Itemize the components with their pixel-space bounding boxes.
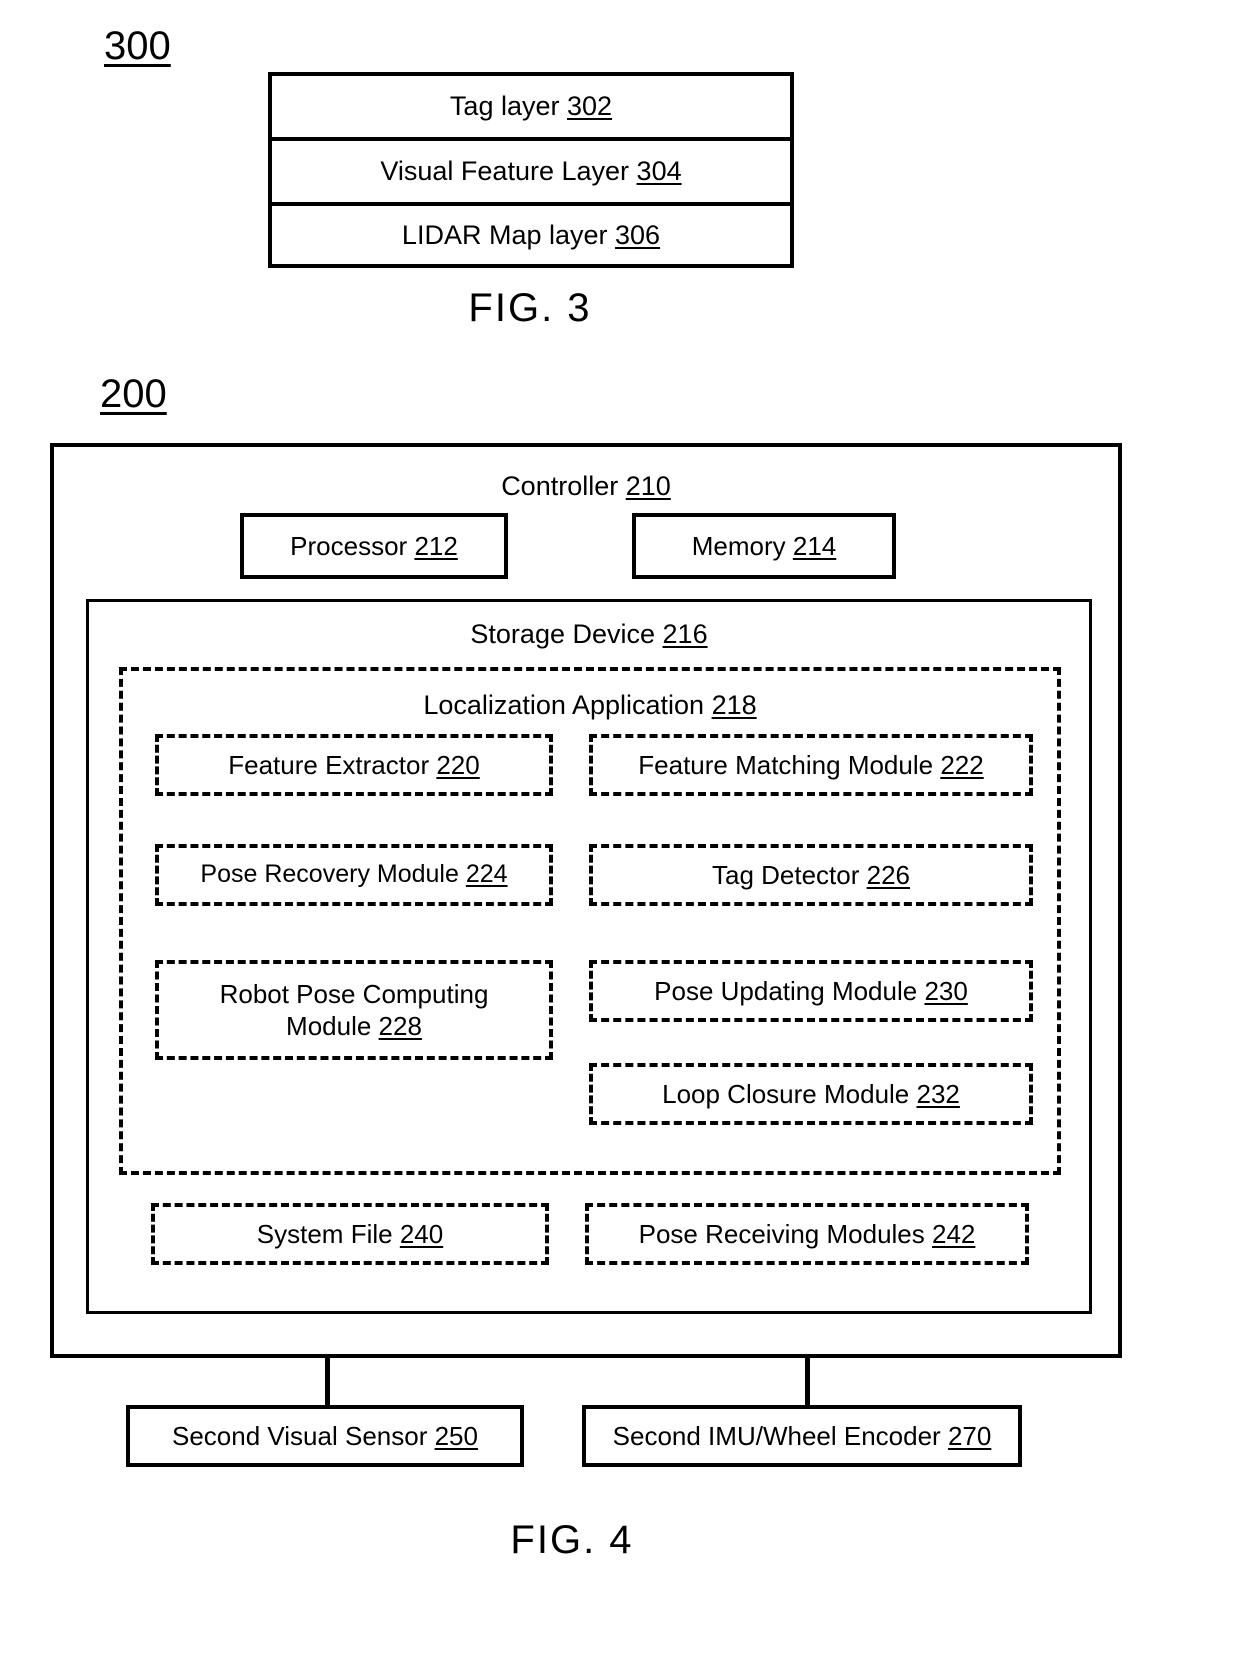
feature-extractor-label: Feature Extractor: [228, 749, 430, 780]
memory-box: Memory 214: [632, 513, 896, 579]
tag-detector-module: Tag Detector 226: [589, 844, 1033, 906]
robot-pose-computing-module: Robot Pose Computing Module 228: [155, 960, 553, 1060]
system-file-numeral: 240: [399, 1218, 444, 1249]
map-layer-stack: Tag layer 302 Visual Feature Layer 304 L…: [268, 72, 794, 268]
robot-pose-computing-label-group: Robot Pose Computing Module 228: [159, 964, 549, 1056]
localization-application-title: Localization Application 218: [123, 692, 1057, 719]
localization-application-title-label: Localization Application: [423, 690, 705, 720]
stack-row-numeral: 302: [567, 91, 613, 121]
localization-application-box: Localization Application 218 Feature Ext…: [119, 667, 1061, 1175]
pose-recovery-module: Pose Recovery Module 224: [155, 844, 553, 906]
localization-application-title-numeral: 218: [711, 690, 757, 720]
pose-recovery-label: Pose Recovery Module: [200, 860, 459, 889]
pose-receiving-modules-numeral: 242: [932, 1218, 976, 1249]
storage-device-title-label: Storage Device: [470, 619, 656, 649]
figure-300-reference-numeral: 300: [104, 24, 171, 68]
pose-updating-label-group: Pose Updating Module 230: [593, 964, 1029, 1018]
pose-recovery-label-group: Pose Recovery Module 224: [159, 848, 549, 902]
second-imu-wheel-encoder-numeral: 270: [947, 1420, 992, 1451]
processor-label: Processor: [290, 530, 408, 561]
storage-device-box: Storage Device 216 Localization Applicat…: [86, 599, 1092, 1314]
pose-updating-label: Pose Updating Module: [654, 975, 918, 1006]
pose-receiving-modules-label: Pose Receiving Modules: [638, 1218, 925, 1249]
memory-numeral: 214: [792, 530, 837, 561]
tag-detector-numeral: 226: [866, 859, 911, 890]
feature-matching-module: Feature Matching Module 222: [589, 734, 1033, 796]
memory-label-group: Memory 214: [636, 517, 892, 575]
feature-matching-label: Feature Matching Module: [638, 749, 934, 780]
second-visual-sensor-numeral: 250: [434, 1420, 478, 1451]
second-imu-wheel-encoder-box: Second IMU/Wheel Encoder 270: [582, 1405, 1022, 1467]
stack-row-tag-layer: Tag layer 302: [268, 72, 794, 137]
loop-closure-label-group: Loop Closure Module 232: [593, 1067, 1029, 1121]
feature-extractor-numeral: 220: [436, 749, 480, 780]
figure-4-caption: FIG. 4: [510, 1518, 634, 1562]
second-imu-wheel-encoder-label: Second IMU/Wheel Encoder: [612, 1420, 941, 1451]
figure-200-reference-numeral: 200: [100, 372, 167, 416]
controller-title: Controller 210: [54, 473, 1118, 500]
feature-extractor-module: Feature Extractor 220: [155, 734, 553, 796]
stack-row-lidar-map-layer: LIDAR Map layer 306: [268, 202, 794, 268]
pose-updating-numeral: 230: [924, 975, 968, 1006]
pose-updating-module: Pose Updating Module 230: [589, 960, 1033, 1022]
robot-pose-computing-label-line2: Module: [286, 1011, 372, 1041]
system-file-label: System File: [256, 1218, 393, 1249]
loop-closure-label: Loop Closure Module: [662, 1078, 910, 1109]
loop-closure-module: Loop Closure Module 232: [589, 1063, 1033, 1125]
stack-row-numeral: 306: [615, 219, 661, 250]
processor-numeral: 212: [414, 530, 458, 561]
pose-receiving-modules-label-group: Pose Receiving Modules 242: [589, 1207, 1025, 1261]
stack-row-label: Tag layer: [449, 91, 560, 121]
controller-container: Controller 210 Processor 212 Memory 214 …: [50, 443, 1122, 1358]
memory-label: Memory: [691, 530, 786, 561]
second-visual-sensor-box: Second Visual Sensor 250: [126, 1405, 524, 1467]
controller-title-numeral: 210: [625, 471, 671, 501]
loop-closure-numeral: 232: [916, 1078, 960, 1109]
figure-3-caption: FIG. 3: [468, 286, 592, 330]
processor-label-group: Processor 212: [244, 517, 504, 575]
controller-title-label: Controller: [501, 471, 619, 501]
tag-detector-label-group: Tag Detector 226: [593, 848, 1029, 902]
second-visual-sensor-label: Second Visual Sensor: [172, 1420, 428, 1451]
processor-box: Processor 212: [240, 513, 508, 579]
system-file-label-group: System File 240: [155, 1207, 545, 1261]
robot-pose-computing-label-line1: Robot Pose Computing: [219, 978, 489, 1009]
storage-device-title: Storage Device 216: [89, 621, 1089, 648]
connector-line-visual-sensor: [325, 1358, 330, 1405]
pose-receiving-modules-box: Pose Receiving Modules 242: [585, 1203, 1029, 1265]
stack-row-label: LIDAR Map layer: [401, 219, 608, 250]
tag-detector-label: Tag Detector: [711, 859, 860, 890]
stack-row-numeral: 304: [636, 156, 682, 186]
robot-pose-computing-numeral: 228: [378, 1011, 422, 1041]
connector-line-imu-encoder: [805, 1358, 810, 1405]
second-imu-wheel-encoder-label-group: Second IMU/Wheel Encoder 270: [586, 1409, 1018, 1463]
pose-recovery-numeral: 224: [465, 860, 508, 889]
feature-matching-label-group: Feature Matching Module 222: [593, 738, 1029, 792]
storage-device-title-numeral: 216: [662, 619, 708, 649]
stack-row-visual-feature-layer: Visual Feature Layer 304: [268, 137, 794, 202]
feature-extractor-label-group: Feature Extractor 220: [159, 738, 549, 792]
system-file-box: System File 240: [151, 1203, 549, 1265]
feature-matching-numeral: 222: [940, 749, 984, 780]
second-visual-sensor-label-group: Second Visual Sensor 250: [130, 1409, 520, 1463]
stack-row-label: Visual Feature Layer: [380, 156, 630, 186]
